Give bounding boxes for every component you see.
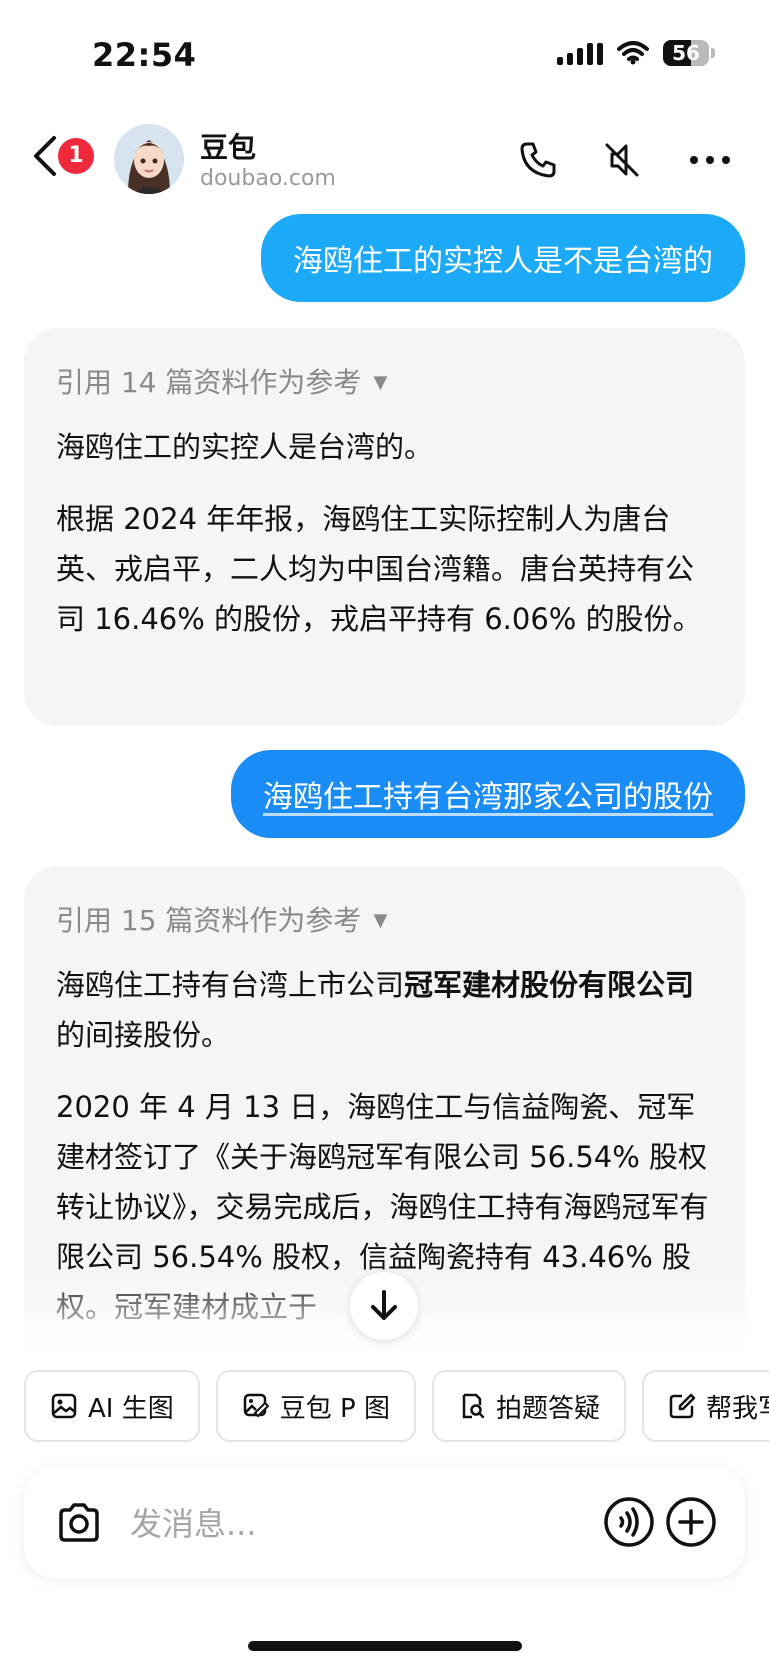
- chevron-down-icon: ▼: [373, 372, 388, 393]
- user-message[interactable]: 海鸥住工的实控人是不是台湾的: [261, 214, 745, 302]
- unread-badge: 1: [58, 138, 94, 174]
- scroll-to-bottom-button[interactable]: [350, 1272, 418, 1340]
- quick-actions: AI 生图 豆包 P 图 拍题答疑 帮我写: [24, 1370, 769, 1444]
- mute-button[interactable]: [598, 136, 646, 184]
- user-message-text: 海鸥住工持有台湾那家公司的股份: [263, 780, 713, 815]
- edit-icon: [669, 1393, 696, 1419]
- homework-help-chip[interactable]: 拍题答疑: [431, 1370, 626, 1442]
- avatar-image: [114, 124, 184, 194]
- chip-label: 豆包 P 图: [279, 1393, 390, 1424]
- home-indicator[interactable]: [248, 1641, 522, 1651]
- status-icons: 56: [557, 40, 715, 66]
- phone-icon: [520, 142, 556, 178]
- bot-domain: doubao.com: [200, 166, 336, 191]
- camera-button[interactable]: [54, 1498, 104, 1552]
- reference-toggle[interactable]: 引用 15 篇资料作为参考 ▼: [56, 896, 713, 946]
- cellular-signal-icon: [557, 41, 603, 65]
- bot-message[interactable]: 引用 14 篇资料作为参考 ▼ 海鸥住工的实控人是台湾的。 根据 2024 年年…: [24, 328, 745, 726]
- reference-toggle[interactable]: 引用 14 篇资料作为参考 ▼: [56, 358, 713, 408]
- status-time: 22:54: [92, 36, 197, 74]
- camera-icon: [59, 1503, 99, 1542]
- plus-circle-icon: [666, 1497, 716, 1547]
- user-message-text: 海鸥住工的实控人是不是台湾的: [293, 244, 713, 279]
- photo-edit-chip[interactable]: 豆包 P 图: [215, 1370, 416, 1442]
- avatar[interactable]: [114, 124, 184, 194]
- voice-button[interactable]: [603, 1496, 655, 1552]
- user-message[interactable]: 海鸥住工持有台湾那家公司的股份: [231, 750, 745, 838]
- more-button[interactable]: [686, 136, 734, 184]
- add-button[interactable]: [665, 1496, 717, 1552]
- arrow-down-icon: [371, 1290, 397, 1320]
- voice-wave-icon: [604, 1497, 654, 1547]
- bot-text: 的间接股份。: [56, 1018, 231, 1052]
- more-dots-icon: [690, 156, 730, 164]
- scan-question-icon: [462, 1393, 485, 1419]
- speaker-muted-icon: [605, 143, 639, 177]
- chip-label: AI 生图: [88, 1393, 174, 1424]
- battery-icon: 56: [663, 40, 715, 66]
- bot-paragraph: 根据 2024 年年报，海鸥住工实际控制人为唐台英、戎启平，二人均为中国台湾籍。…: [56, 502, 702, 636]
- chat-header: 1 豆包 doubao.com: [0, 112, 769, 212]
- bot-bold-text: 冠军建材股份有限公司: [404, 968, 695, 1002]
- bot-paragraph: 海鸥住工的实控人是台湾的。: [56, 430, 434, 464]
- ai-image-chip[interactable]: AI 生图: [24, 1370, 200, 1442]
- writing-help-chip[interactable]: 帮我写: [641, 1370, 769, 1442]
- image-edit-icon: [243, 1393, 270, 1418]
- battery-level: 56: [672, 41, 700, 65]
- chip-label: 拍题答疑: [495, 1393, 600, 1424]
- image-icon: [51, 1393, 77, 1419]
- chip-label: 帮我写: [705, 1393, 769, 1424]
- bot-name: 豆包: [200, 131, 257, 164]
- reference-label: 引用 15 篇资料作为参考: [56, 904, 362, 937]
- chevron-down-icon: ▼: [373, 910, 388, 931]
- bot-text: 海鸥住工持有台湾上市公司: [56, 968, 405, 1002]
- call-button[interactable]: [514, 136, 562, 184]
- bot-paragraph: 海鸥住工持有台湾上市公司冠军建材股份有限公司的间接股份。: [56, 960, 713, 1060]
- chevron-left-icon: [34, 136, 56, 176]
- message-input[interactable]: [128, 1498, 552, 1550]
- reference-label: 引用 14 篇资料作为参考: [56, 366, 362, 399]
- wifi-icon: [617, 41, 649, 65]
- message-composer: [24, 1468, 745, 1578]
